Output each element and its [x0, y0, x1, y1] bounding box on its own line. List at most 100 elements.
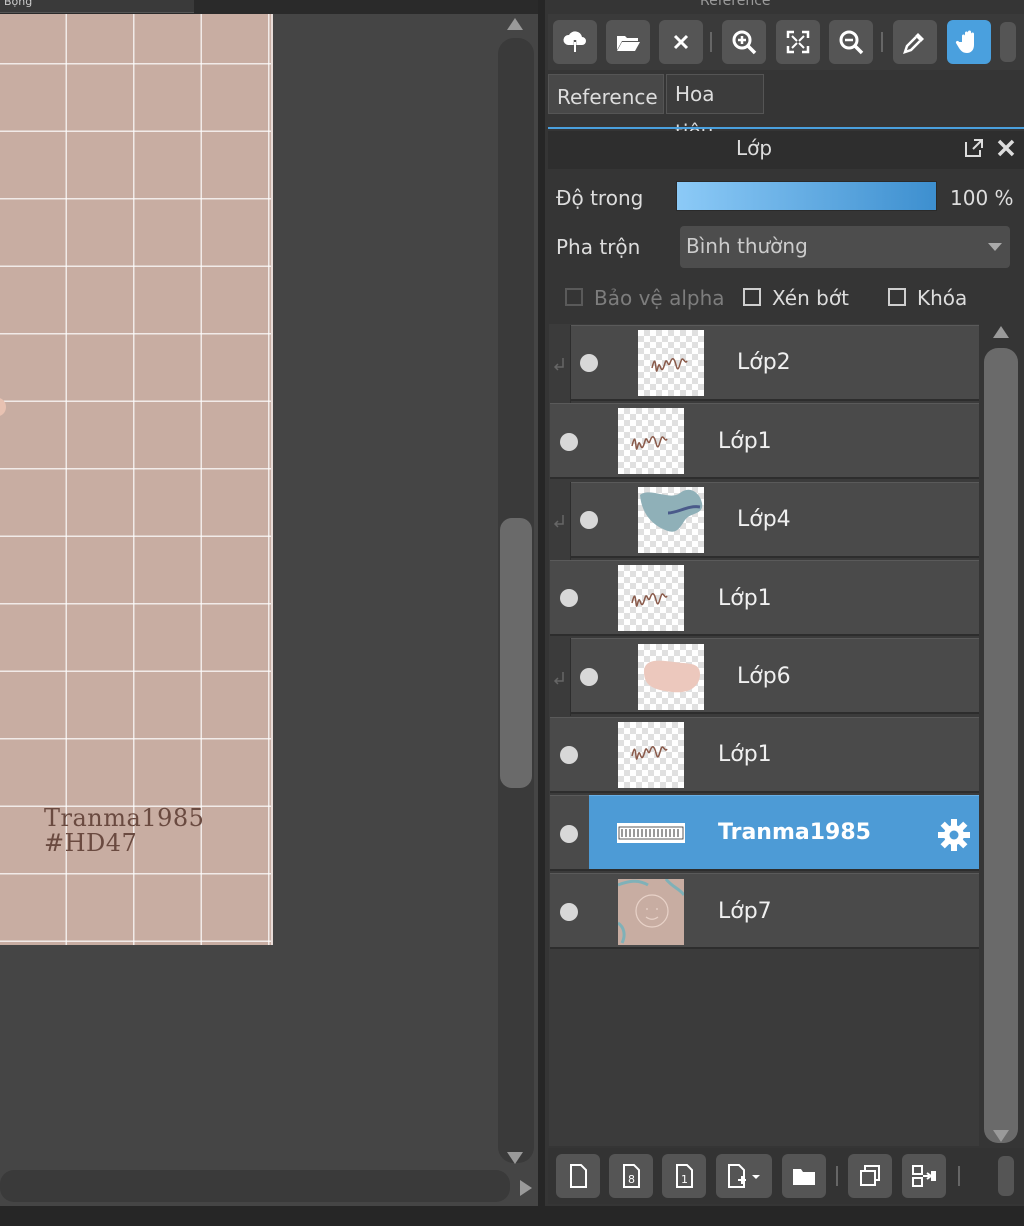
lock-checkbox[interactable]: [888, 288, 906, 306]
scroll-right-icon[interactable]: [520, 1180, 532, 1196]
paper-edge: [271, 14, 273, 945]
merge-down-button[interactable]: [902, 1154, 946, 1198]
new-folder-button[interactable]: [782, 1154, 826, 1198]
status-strip: [0, 1206, 1024, 1226]
fit-screen-icon: [786, 30, 810, 54]
layer-thumbnail: [618, 879, 684, 945]
layer-thumbnail: [618, 722, 684, 788]
layer-name: Lớp6: [737, 664, 791, 689]
scroll-up-icon[interactable]: [993, 326, 1009, 338]
zoom-out-icon: [839, 30, 864, 55]
close-icon: [673, 34, 689, 50]
scroll-up-icon[interactable]: [507, 18, 523, 30]
sketch-thumbnail: [631, 436, 668, 450]
layer-name: Lớp7: [718, 899, 772, 924]
watermark-line2: #HD47: [44, 829, 138, 857]
hand-icon: [955, 30, 974, 53]
layer-name: Lớp1: [718, 742, 772, 767]
reference-title: Reference: [700, 0, 771, 6]
svg-text:8: 8: [628, 1173, 635, 1186]
panel-accent-line: [548, 127, 1024, 129]
toolbar-separator: [881, 32, 883, 52]
new-1bit-layer-button[interactable]: 1: [662, 1154, 706, 1198]
visibility-icon[interactable]: [560, 589, 578, 607]
visibility-icon[interactable]: [580, 354, 598, 372]
blend-mode-value: Bình thường: [686, 234, 808, 258]
protect-alpha-checkbox[interactable]: [565, 288, 583, 306]
protect-alpha-label: Bảo vệ alpha: [594, 286, 725, 310]
layer-thumbnail: [638, 330, 704, 396]
layer-name: Tranma1985: [718, 820, 871, 845]
opacity-value: 100 %: [950, 186, 1014, 210]
bottom-toolbar-overflow[interactable]: [998, 1156, 1014, 1196]
new-layer-icon: [570, 1164, 587, 1188]
pink-shape-thumbnail: [644, 660, 700, 693]
visibility-icon[interactable]: [560, 746, 578, 764]
close-button[interactable]: [659, 20, 703, 64]
toolbar-overflow[interactable]: [1000, 22, 1016, 62]
new-layer-button[interactable]: [556, 1154, 600, 1198]
blend-label: Pha trộn: [556, 235, 641, 259]
layer-name: Lớp1: [718, 586, 772, 611]
layer-thumbnail: [618, 408, 684, 474]
tab-navigator[interactable]: Hoa tiêu: [666, 74, 764, 144]
clip-arrow-icon: [553, 672, 564, 685]
visibility-icon[interactable]: [560, 903, 578, 921]
duplicate-layer-button[interactable]: [848, 1154, 892, 1198]
scroll-track[interactable]: [0, 1170, 510, 1202]
layer-name: Lớp1: [718, 429, 772, 454]
merge-down-icon: [912, 1165, 936, 1187]
scroll-down-icon[interactable]: [993, 1130, 1009, 1142]
svg-text:1: 1: [681, 1173, 688, 1186]
add-layer-menu-icon: [728, 1164, 760, 1188]
canvas-watermark: Tranma1985 #HD47: [44, 806, 204, 856]
new-8bit-layer-button[interactable]: 8: [609, 1154, 653, 1198]
open-folder-button[interactable]: [606, 20, 650, 64]
zoom-in-button[interactable]: [722, 20, 766, 64]
visibility-icon[interactable]: [560, 825, 578, 843]
zoom-out-button[interactable]: [829, 20, 873, 64]
visibility-icon[interactable]: [580, 668, 598, 686]
layer-thumbnail: [638, 644, 704, 710]
opacity-slider[interactable]: [676, 181, 937, 211]
open-folder-icon: [617, 36, 640, 51]
sketch-thumbnail: [651, 358, 688, 372]
fit-screen-button[interactable]: [776, 20, 820, 64]
tab-reference[interactable]: Reference: [548, 74, 664, 114]
hand-button[interactable]: [947, 20, 991, 64]
canvas-horizontal-scrollbar[interactable]: [0, 1170, 538, 1204]
popout-icon[interactable]: [962, 136, 986, 160]
background-thumbnail: [618, 879, 684, 944]
clipping-checkbox[interactable]: [743, 288, 761, 306]
add-layer-menu-button[interactable]: [716, 1154, 772, 1198]
clip-arrow-icon: [553, 515, 564, 528]
visibility-icon[interactable]: [560, 433, 578, 451]
visibility-icon[interactable]: [580, 511, 598, 529]
canvas-vertical-scrollbar[interactable]: [498, 18, 534, 1168]
chevron-down-icon: [988, 243, 1002, 251]
cloud-upload-icon: [563, 31, 586, 54]
layer-list-scrollbar[interactable]: [982, 326, 1020, 1146]
sketch-thumbnail: [631, 746, 668, 760]
scroll-thumb[interactable]: [500, 518, 532, 788]
cloud-upload-button[interactable]: [553, 20, 597, 64]
scroll-thumb[interactable]: [984, 348, 1018, 1143]
toolbar-separator: [836, 1166, 838, 1186]
scroll-down-icon[interactable]: [507, 1152, 523, 1164]
close-panel-icon[interactable]: [994, 136, 1018, 160]
layer-panel-title: Lớp: [735, 136, 773, 160]
new-folder-icon: [793, 1169, 815, 1185]
toolbar-separator: [710, 32, 712, 52]
gear-icon[interactable]: [936, 817, 972, 853]
sketch-thumbnail: [631, 593, 668, 607]
zoom-in-icon: [732, 30, 757, 55]
layer-name: Lớp2: [737, 350, 791, 375]
blue-shape-thumbnail: [640, 489, 703, 532]
lock-label: Khóa: [917, 286, 968, 310]
eyedropper-icon: [903, 33, 924, 54]
clip-arrow-icon: [553, 358, 564, 371]
eyedropper-button[interactable]: [893, 20, 937, 64]
document-tab[interactable]: Bộng: [0, 0, 194, 13]
duplicate-layer-icon: [860, 1165, 880, 1186]
layer-name: Lớp4: [737, 507, 791, 532]
